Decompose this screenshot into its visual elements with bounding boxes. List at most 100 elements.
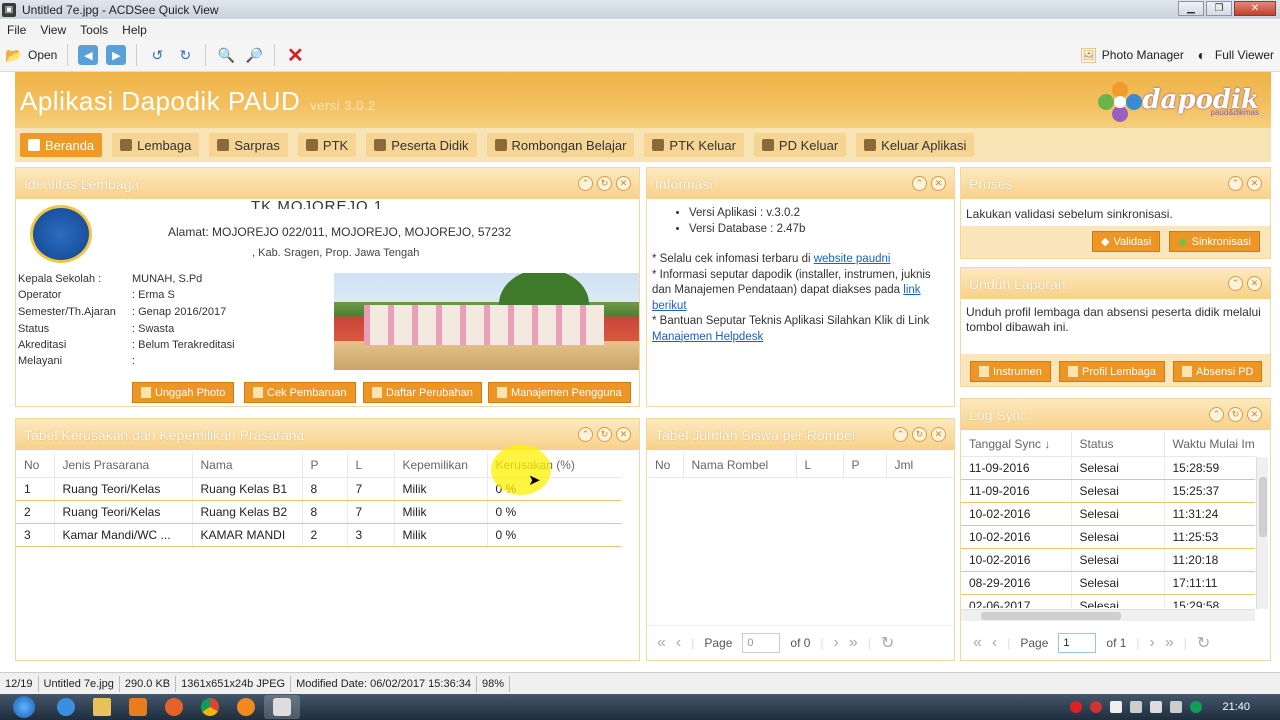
open-button[interactable]: 📂 Open xyxy=(0,42,61,68)
table-row[interactable]: 10-02-2016 Selesai 11:31:24 xyxy=(961,502,1255,526)
maximize-button[interactable]: ❐ xyxy=(1206,1,1232,16)
col-tanggal-sync[interactable]: Tanggal Sync ↓ xyxy=(961,432,1072,457)
manajemen-helpdesk-link[interactable]: Manajemen Helpdesk xyxy=(652,331,763,343)
rotate-left-button[interactable]: ↺ xyxy=(143,42,171,68)
refresh-icon[interactable]: ↻ xyxy=(1228,407,1243,422)
first-page-icon[interactable]: « xyxy=(973,634,982,652)
col-l[interactable]: L xyxy=(796,453,844,478)
tray-app-icon[interactable] xyxy=(1110,701,1123,713)
nav-beranda[interactable]: Beranda xyxy=(20,133,103,157)
nav-peserta-didik[interactable]: Peserta Didik xyxy=(366,133,477,157)
close-icon[interactable]: ✕ xyxy=(1247,176,1262,191)
taskbar-app-orange[interactable] xyxy=(228,695,264,719)
close-icon[interactable]: ✕ xyxy=(931,176,946,191)
collapse-icon[interactable]: ⌃ xyxy=(893,427,908,442)
close-icon[interactable]: ✕ xyxy=(931,427,946,442)
nav-rombongan-belajar[interactable]: Rombongan Belajar xyxy=(486,133,635,157)
taskbar-media[interactable] xyxy=(120,695,156,719)
collapse-icon[interactable]: ⌃ xyxy=(578,176,593,191)
refresh-icon[interactable]: ↻ xyxy=(597,176,612,191)
close-icon[interactable]: ✕ xyxy=(1247,407,1262,422)
taskbar-chrome[interactable] xyxy=(192,695,228,719)
network-icon[interactable] xyxy=(1170,701,1183,713)
table-row[interactable]: 02-06-2017 Selesai 15:29:58 xyxy=(961,594,1255,608)
table-row[interactable]: 11-09-2016 Selesai 15:25:37 xyxy=(961,479,1255,503)
record-icon[interactable] xyxy=(1070,701,1083,713)
image-viewer[interactable]: Aplikasi Dapodik PAUD versi 3.0.2 dapodik… xyxy=(0,72,1280,670)
instrumen-button[interactable]: Instrumen xyxy=(970,361,1051,382)
sinkronisasi-button[interactable]: ◉ Sinkronisasi xyxy=(1169,231,1260,252)
nav-pd-keluar[interactable]: PD Keluar xyxy=(753,133,847,157)
page-input[interactable] xyxy=(742,633,781,653)
cek-pembaruan-button[interactable]: Cek Pembaruan xyxy=(244,382,356,403)
refresh-icon[interactable]: ↻ xyxy=(1197,633,1210,653)
profil-lembaga-button[interactable]: Profil Lembaga xyxy=(1059,361,1165,382)
col-status[interactable]: Status xyxy=(1071,432,1165,457)
unggah-photo-button[interactable]: Unggah Photo xyxy=(132,382,235,403)
previous-image-button[interactable]: ◀ xyxy=(74,42,102,68)
col-kepemilikan[interactable]: Kepemilikan xyxy=(394,453,488,478)
table-row[interactable]: 10-02-2016 Selesai 11:20:18 xyxy=(961,548,1255,572)
acdsee-app-icon[interactable]: ▣ xyxy=(2,2,16,17)
col-nama[interactable]: Nama xyxy=(192,453,303,478)
rotate-right-button[interactable]: ↻ xyxy=(171,42,199,68)
next-image-button[interactable]: ▶ xyxy=(102,42,130,68)
refresh-icon[interactable]: ↻ xyxy=(912,427,927,442)
camera-icon[interactable] xyxy=(1090,701,1103,713)
next-page-icon[interactable]: › xyxy=(1150,634,1155,652)
nav-sarpras[interactable]: Sarpras xyxy=(209,133,288,157)
collapse-icon[interactable]: ⌃ xyxy=(1228,276,1243,291)
taskbar-acdsee[interactable] xyxy=(264,695,300,719)
last-page-icon[interactable]: » xyxy=(849,634,858,652)
menu-help[interactable]: Help xyxy=(122,23,147,37)
zoom-in-button[interactable]: 🔍 xyxy=(212,42,240,68)
table-row[interactable]: 2 Ruang Teori/Kelas Ruang Kelas B2 8 7 Milik 0… xyxy=(16,500,621,524)
col-l[interactable]: L xyxy=(347,453,395,478)
start-button[interactable] xyxy=(0,695,48,719)
menu-tools[interactable]: Tools xyxy=(80,23,108,37)
website-paudni-link[interactable]: website paudni xyxy=(814,253,891,265)
table-row[interactable]: 3 Kamar Mandi/WC ... KAMAR MANDI 2 3 Milik 0 % xyxy=(16,523,621,547)
col-nama-rombel[interactable]: Nama Rombel xyxy=(683,453,797,478)
nav-ptk[interactable]: PTK xyxy=(297,133,357,157)
close-icon[interactable]: ✕ xyxy=(616,427,631,442)
page-input[interactable] xyxy=(1058,633,1097,653)
col-no[interactable]: No xyxy=(16,453,55,478)
col-jenis[interactable]: Jenis Prasarana xyxy=(54,453,193,478)
collapse-icon[interactable]: ⌃ xyxy=(1228,176,1243,191)
collapse-icon[interactable]: ⌃ xyxy=(578,427,593,442)
nav-ptk-keluar[interactable]: PTK Keluar xyxy=(644,133,744,157)
close-icon[interactable]: ✕ xyxy=(616,176,631,191)
col-no[interactable]: No xyxy=(647,453,684,478)
table-row[interactable]: 08-29-2016 Selesai 17:11:11 xyxy=(961,571,1255,595)
validasi-button[interactable]: ◆ Validasi xyxy=(1092,231,1161,252)
horizontal-scrollbar[interactable] xyxy=(961,609,1255,621)
close-icon[interactable]: ✕ xyxy=(1247,276,1262,291)
taskbar-explorer[interactable] xyxy=(84,695,120,719)
menu-view[interactable]: View xyxy=(40,23,66,37)
prev-page-icon[interactable]: ‹ xyxy=(992,634,997,652)
refresh-icon[interactable]: ↻ xyxy=(881,633,894,653)
flag-icon[interactable] xyxy=(1130,701,1143,713)
taskbar-ie[interactable] xyxy=(48,695,84,719)
col-jml[interactable]: Jml xyxy=(886,453,954,478)
vertical-scrollbar[interactable] xyxy=(1256,457,1268,609)
nav-keluar-aplikasi[interactable]: Keluar Aplikasi xyxy=(856,133,975,157)
manajemen-pengguna-button[interactable]: Manajemen Pengguna xyxy=(488,382,631,403)
photo-manager-button[interactable]: 🖼 Photo Manager xyxy=(1075,42,1188,68)
prev-page-icon[interactable]: ‹ xyxy=(676,634,681,652)
first-page-icon[interactable]: « xyxy=(657,634,666,652)
close-window-button[interactable]: ✕ xyxy=(1234,1,1276,16)
absensi-pd-button[interactable]: Absensi PD xyxy=(1173,361,1263,382)
collapse-icon[interactable]: ⌃ xyxy=(912,176,927,191)
nav-lembaga[interactable]: Lembaga xyxy=(112,133,200,157)
col-p[interactable]: P xyxy=(302,453,348,478)
full-viewer-button[interactable]: ◐ Full Viewer xyxy=(1188,42,1278,68)
taskbar-firefox[interactable] xyxy=(156,695,192,719)
col-waktu-mulai[interactable]: Waktu Mulai Impo xyxy=(1164,432,1255,457)
menu-file[interactable]: File xyxy=(7,23,26,37)
refresh-icon[interactable]: ↻ xyxy=(597,427,612,442)
last-page-icon[interactable]: » xyxy=(1165,634,1174,652)
zoom-out-button[interactable]: 🔎 xyxy=(240,42,268,68)
chrome-tray-icon[interactable] xyxy=(1190,701,1203,713)
